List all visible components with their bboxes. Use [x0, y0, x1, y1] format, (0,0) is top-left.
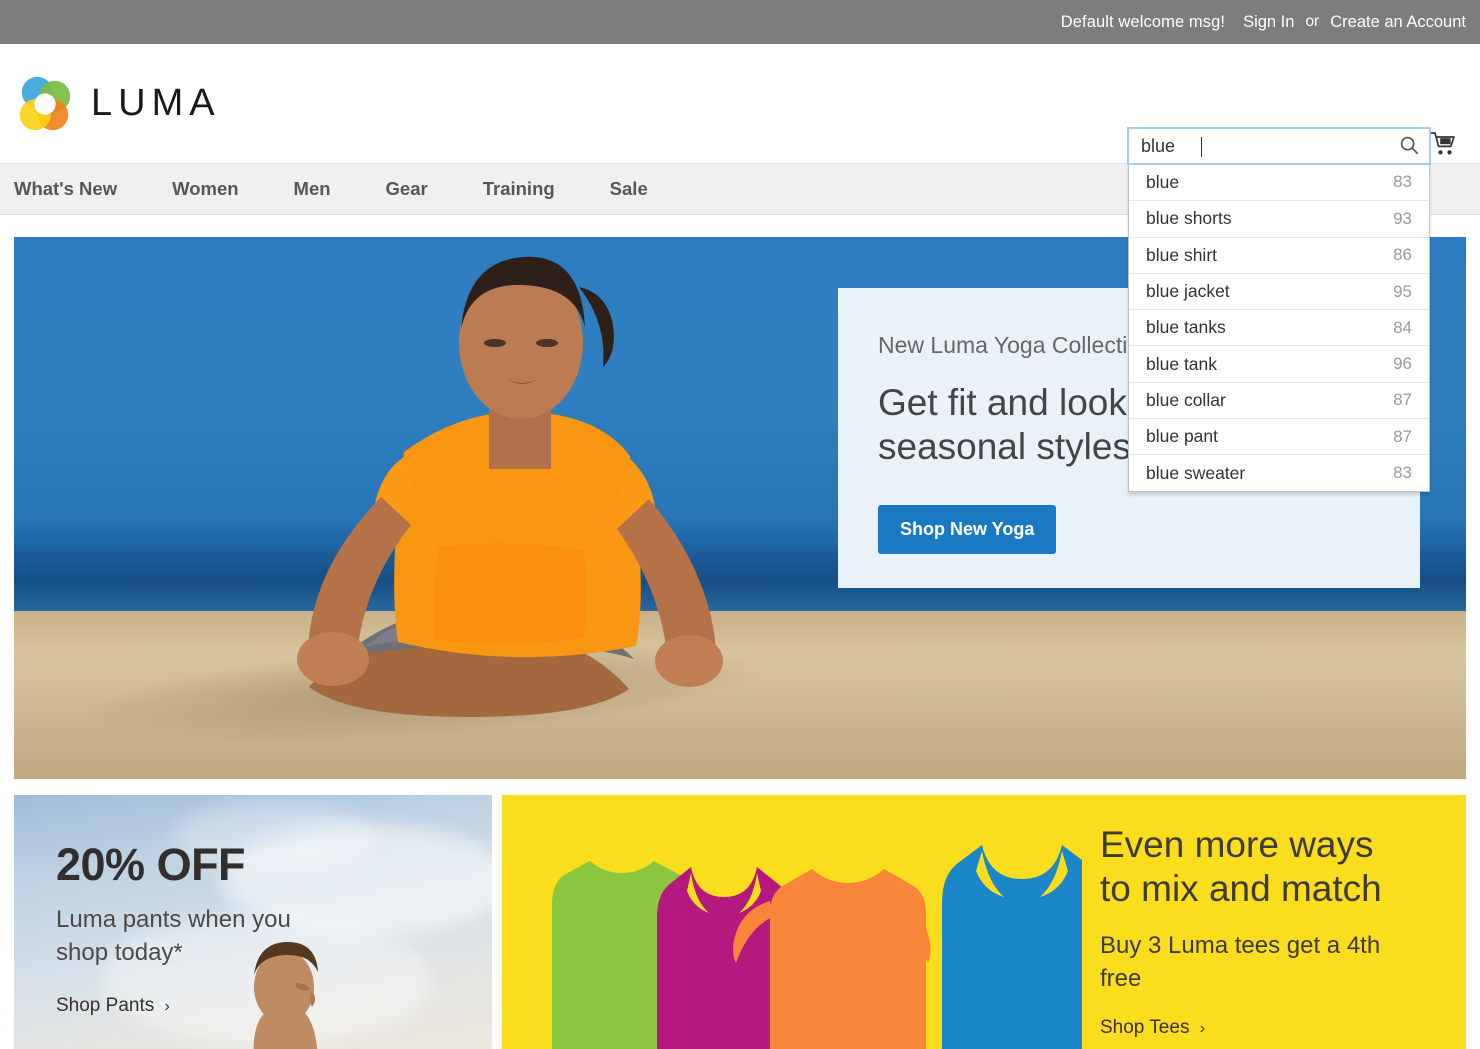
shop-new-yoga-button[interactable]: Shop New Yoga [878, 505, 1057, 554]
autocomplete-count: 86 [1393, 245, 1412, 265]
promo-tees-headline: Even more ways to mix and match [1100, 824, 1382, 909]
autocomplete-item[interactable]: blue 83 [1129, 164, 1429, 200]
autocomplete-label: blue collar [1146, 389, 1226, 410]
welcome-message: Default welcome msg! [1060, 12, 1226, 31]
autocomplete-item[interactable]: blue jacket 95 [1129, 272, 1429, 309]
autocomplete-item[interactable]: blue shirt 86 [1129, 236, 1429, 273]
search-button[interactable] [1395, 132, 1423, 160]
shop-tees-label: Shop Tees [1100, 1017, 1190, 1038]
promo-tees-subtext: Buy 3 Luma tees get a 4th free [1100, 932, 1381, 992]
nav-item-whats-new[interactable]: What's New [14, 178, 117, 200]
autocomplete-label: blue pant [1146, 426, 1219, 447]
autocomplete-label: blue sweater [1146, 462, 1246, 483]
autocomplete-label: blue shorts [1146, 208, 1232, 229]
autocomplete-item[interactable]: blue sweater 83 [1129, 454, 1429, 490]
orange-tee-shape [770, 869, 926, 1049]
autocomplete-item[interactable]: blue tank 96 [1129, 345, 1429, 381]
autocomplete-label: blue shirt [1146, 244, 1218, 265]
nav-item-training[interactable]: Training [483, 178, 555, 200]
autocomplete-label: blue tanks [1146, 317, 1226, 338]
autocomplete-count: 95 [1393, 281, 1412, 301]
search-autocomplete-list[interactable]: blue 83 blue shorts 93 blue shirt 86 blu… [1128, 164, 1430, 492]
nav-item-men[interactable]: Men [294, 178, 331, 200]
or-separator: or [1305, 13, 1320, 30]
nav-item-women[interactable]: Women [172, 178, 238, 200]
promo-pants-headline: 20% OFF [56, 839, 246, 890]
promo-pants-banner[interactable]: 20% OFF Luma pants when you shop today* … [14, 795, 492, 1049]
create-account-link[interactable]: Create an Account [1330, 13, 1466, 32]
promo-row: 20% OFF Luma pants when you shop today* … [14, 795, 1466, 1049]
promo-tees-banner[interactable]: Even more ways to mix and match Buy 3 Lu… [502, 795, 1466, 1049]
nav-item-sale[interactable]: Sale [610, 178, 648, 200]
autocomplete-item[interactable]: blue shorts 93 [1129, 200, 1429, 236]
shop-pants-link[interactable]: Shop Pants › [56, 995, 170, 1016]
shop-pants-label: Shop Pants [56, 995, 155, 1016]
autocomplete-count: 87 [1393, 390, 1412, 410]
autocomplete-item[interactable]: blue collar 87 [1129, 381, 1429, 418]
autocomplete-count: 96 [1393, 354, 1412, 374]
search-icon [1398, 134, 1420, 159]
sign-in-link[interactable]: Sign In [1243, 13, 1294, 32]
site-header: LUMA blue 83 blue shorts 93 [0, 44, 1480, 492]
text-caret [1201, 137, 1202, 157]
logo-text: LUMA [91, 82, 221, 124]
autocomplete-count: 87 [1393, 426, 1412, 446]
autocomplete-count: 93 [1393, 208, 1412, 228]
search-area: blue 83 blue shorts 93 blue shirt 86 blu… [1127, 127, 1431, 492]
top-welcome-bar: Default welcome msg! Sign In or Create a… [0, 0, 1480, 44]
logo-link[interactable]: LUMA [14, 73, 221, 135]
cart-button[interactable] [1424, 126, 1464, 166]
autocomplete-label: blue [1146, 171, 1180, 192]
autocomplete-item[interactable]: blue pant 87 [1129, 418, 1429, 454]
autocomplete-count: 83 [1393, 463, 1412, 483]
luma-flower-icon [14, 73, 76, 135]
autocomplete-count: 83 [1393, 172, 1412, 192]
autocomplete-label: blue tank [1146, 353, 1218, 374]
shopping-cart-icon [1429, 130, 1459, 163]
nav-item-gear[interactable]: Gear [386, 178, 428, 200]
autocomplete-label: blue jacket [1146, 281, 1230, 302]
promo-pants-subtext: Luma pants when you shop today* [56, 906, 291, 966]
chevron-right-icon: › [1199, 1020, 1206, 1037]
four-colored-tops-graphic [552, 845, 1082, 1049]
yoga-woman-figure [297, 256, 723, 717]
autocomplete-item[interactable]: blue tanks 84 [1129, 309, 1429, 345]
shop-tees-link[interactable]: Shop Tees › [1100, 1017, 1205, 1038]
chevron-right-icon: › [164, 998, 170, 1015]
autocomplete-count: 84 [1393, 317, 1412, 337]
search-input[interactable] [1129, 129, 1429, 163]
search-box[interactable] [1127, 127, 1431, 165]
